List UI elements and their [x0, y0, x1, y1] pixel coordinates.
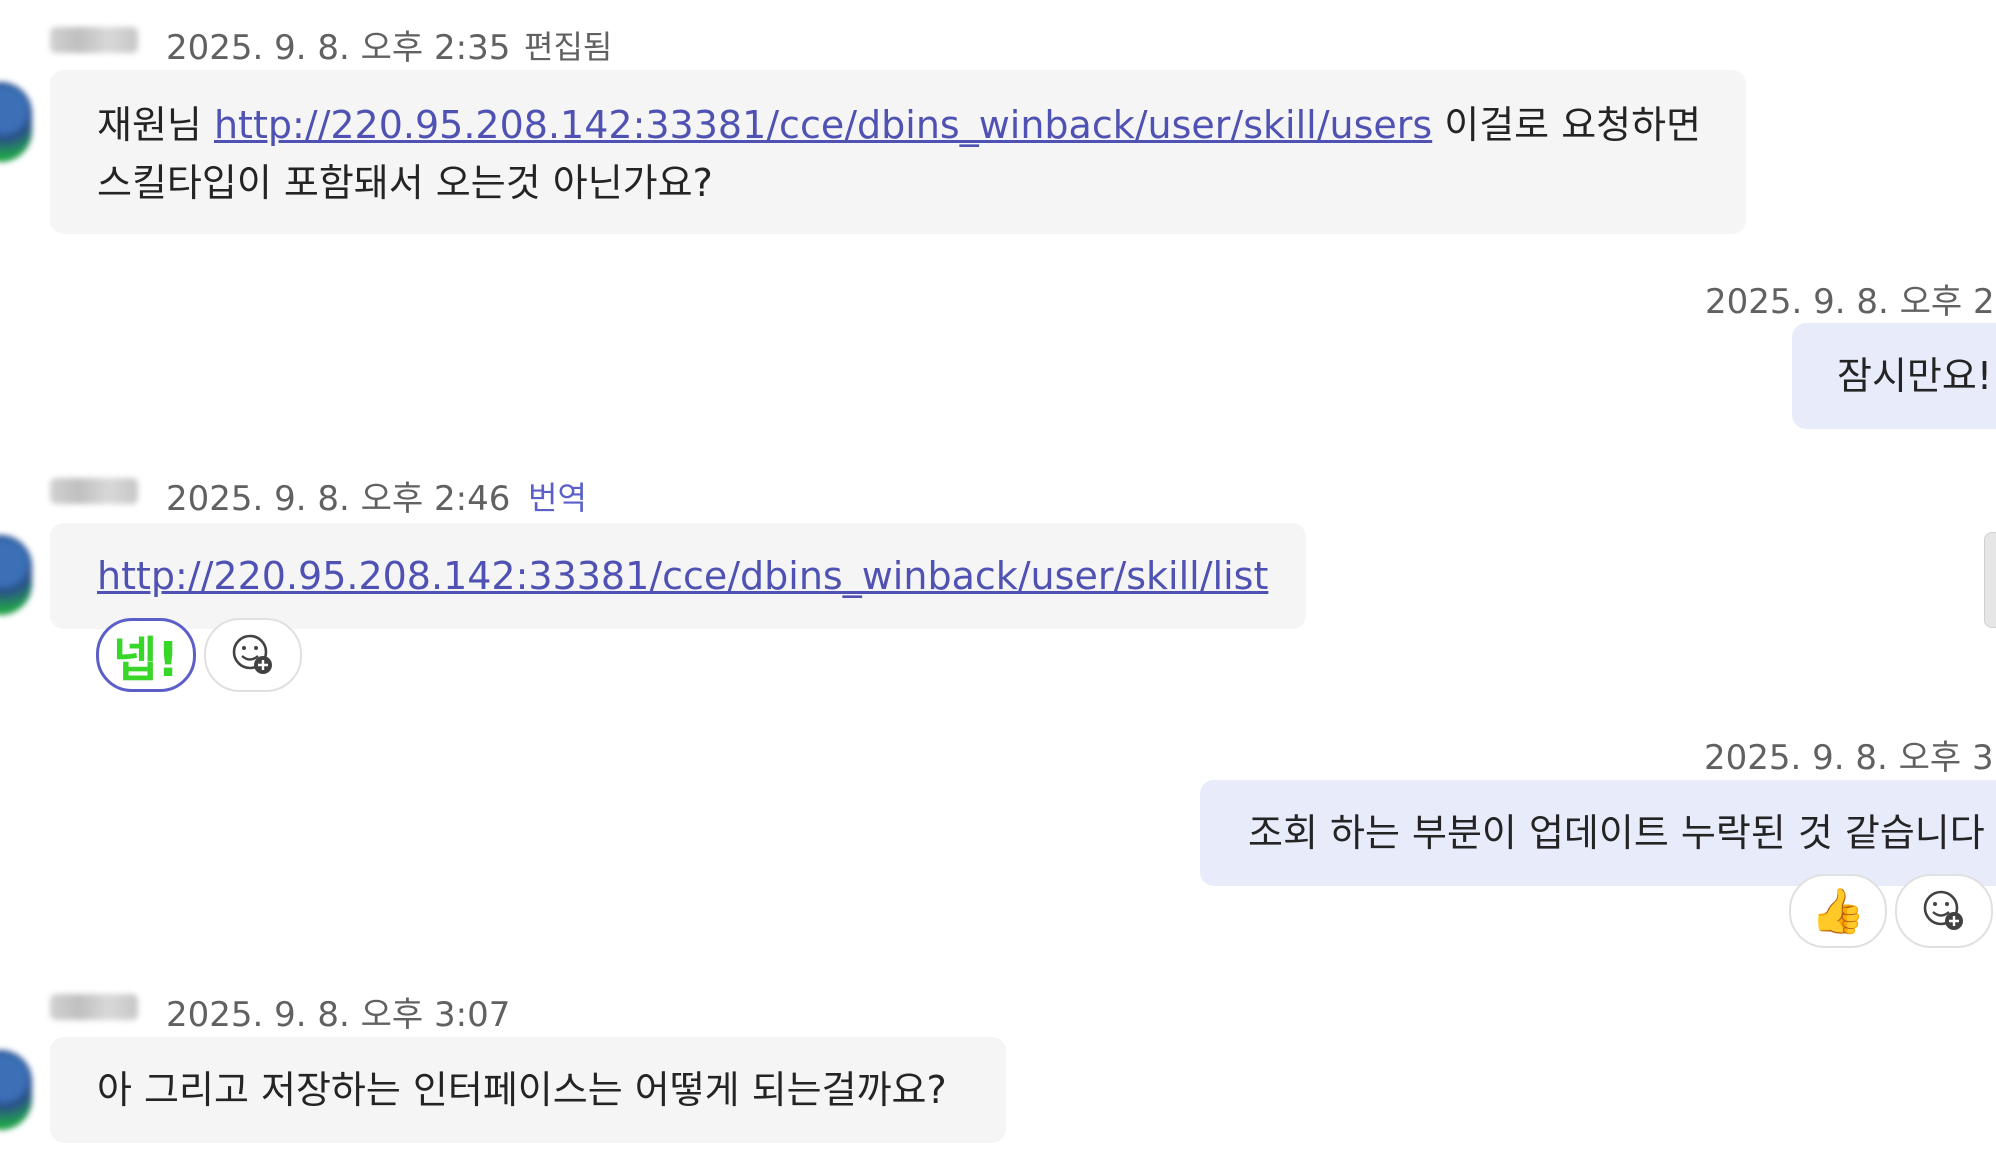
message-text: 스킬타입이 포함돼서 오는것 아닌가요? [97, 161, 713, 205]
sender-name-blurred [50, 27, 138, 53]
message-link[interactable]: http://220.95.208.142:33381/cce/dbins_wi… [214, 103, 1432, 147]
message-timestamp: 2025. 9. 8. 오후 3: [1704, 738, 1996, 778]
message-bubble[interactable]: 잠시만요! [1792, 323, 1996, 429]
add-reaction-button[interactable] [204, 618, 302, 692]
sender-name-blurred [50, 994, 138, 1020]
message-bubble[interactable]: 재원님 http://220.95.208.142:33381/cce/dbin… [50, 70, 1746, 234]
avatar[interactable] [0, 1050, 32, 1130]
reaction-chip-nep[interactable]: 넵! [96, 618, 196, 692]
thumbs-up-icon: 👍 [1810, 886, 1866, 937]
add-reaction-icon [1923, 890, 1963, 930]
edited-label: 편집됨 [524, 28, 613, 66]
avatar[interactable] [0, 82, 32, 162]
reaction-chip-thumbs-up[interactable]: 👍 [1789, 874, 1887, 948]
message-text: 재원님 [97, 103, 214, 147]
add-reaction-button[interactable] [1895, 874, 1993, 948]
sender-name-blurred [50, 478, 138, 504]
translate-link[interactable]: 번역 [528, 473, 587, 519]
message-text: 이걸로 요청하면 [1432, 103, 1702, 147]
message-timestamp: 2025. 9. 8. 오후 2:46 [166, 479, 511, 519]
message-bubble[interactable]: http://220.95.208.142:33381/cce/dbins_wi… [50, 523, 1306, 629]
avatar[interactable] [0, 535, 32, 615]
reaction-sticker: 넵! [112, 632, 180, 688]
message-text: 아 그리고 저장하는 인터페이스는 어떻게 되는걸까요? [97, 1068, 947, 1112]
message-timestamp: 2025. 9. 8. 오후 2: [1705, 282, 1996, 322]
message-timestamp: 2025. 9. 8. 오후 3:07 [166, 995, 511, 1035]
message-text: 조회 하는 부분이 업데이트 누락된 것 같습니다 [1248, 811, 1985, 855]
message-actions-edge[interactable] [1984, 532, 1996, 628]
message-text: 잠시만요! [1837, 354, 1993, 398]
message-timestamp: 2025. 9. 8. 오후 2:35 [166, 28, 511, 68]
add-reaction-icon [232, 634, 272, 674]
message-bubble[interactable]: 조회 하는 부분이 업데이트 누락된 것 같습니다 [1200, 780, 1996, 886]
message-bubble[interactable]: 아 그리고 저장하는 인터페이스는 어떻게 되는걸까요? [50, 1037, 1006, 1143]
message-link[interactable]: http://220.95.208.142:33381/cce/dbins_wi… [97, 554, 1268, 598]
